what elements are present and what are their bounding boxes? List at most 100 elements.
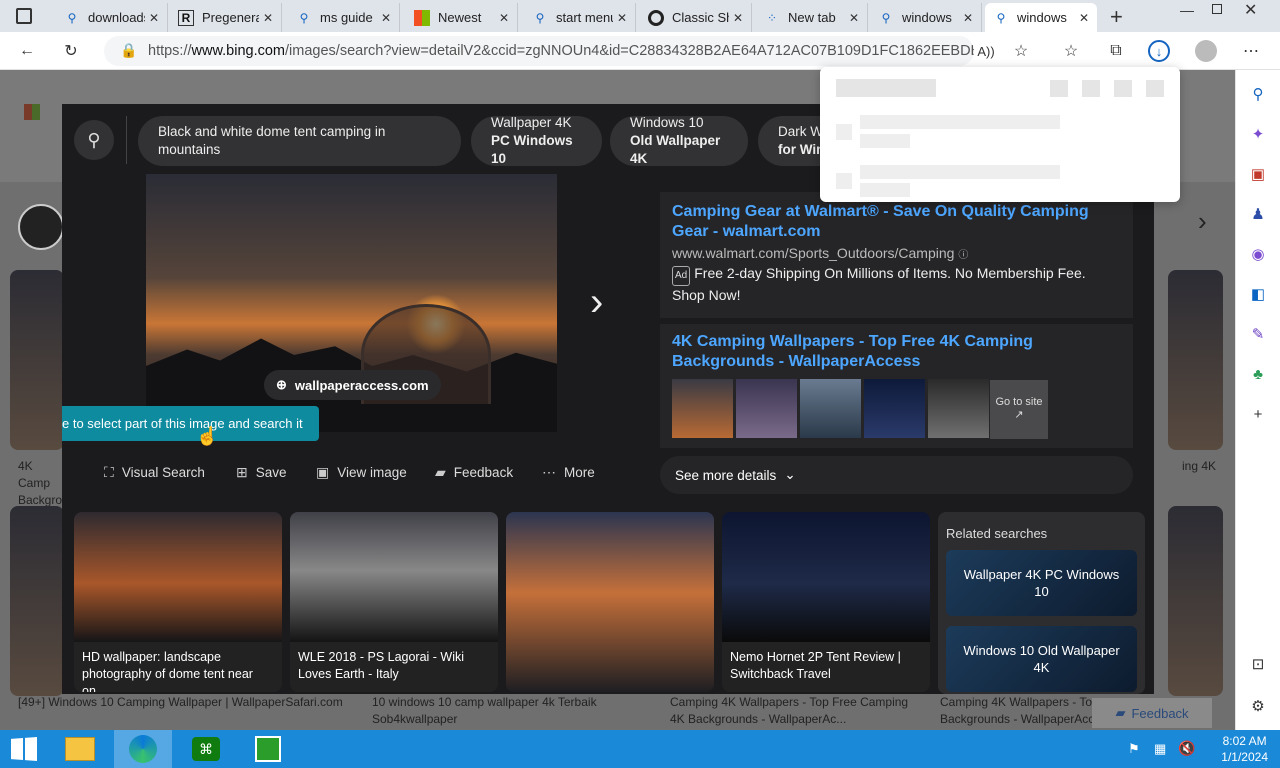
volume-muted-icon[interactable]: 🔇: [1178, 740, 1195, 757]
clock[interactable]: 8:02 AM 1/1/2024: [1221, 733, 1268, 765]
close-icon[interactable]: ✕: [263, 11, 273, 25]
close-icon[interactable]: ✕: [499, 11, 509, 25]
puzzle-icon: ⁘: [766, 10, 778, 25]
grid-image-card[interactable]: Nemo Hornet 2P Tent Review | Switchback …: [722, 512, 930, 692]
tools-icon[interactable]: ♟: [1248, 204, 1268, 224]
close-icon[interactable]: ✕: [617, 11, 627, 25]
settings-icon[interactable]: ⚙: [1248, 696, 1268, 716]
start-button[interactable]: [0, 730, 48, 768]
related-search-item[interactable]: Windows 10 Old Wallpaper 4K: [946, 626, 1137, 692]
more-options-icon[interactable]: ⋯: [1240, 40, 1262, 62]
favorites-icon[interactable]: ☆: [1060, 40, 1082, 62]
downloads-icon[interactable]: ↓: [1148, 40, 1170, 62]
flag-icon[interactable]: ⚑: [1128, 741, 1140, 757]
tab-windows-active[interactable]: ⚲ windows ✕: [985, 3, 1097, 32]
close-icon[interactable]: ✕: [149, 11, 159, 25]
globe-icon: ⊕: [276, 377, 287, 392]
search-icon[interactable]: ⚲: [1248, 84, 1268, 104]
visual-search-button[interactable]: ⛶ Visual Search: [104, 464, 205, 481]
minimize-button[interactable]: —: [1180, 2, 1194, 18]
close-icon[interactable]: ✕: [1079, 11, 1089, 25]
feedback-icon: ▰: [435, 464, 446, 480]
file-explorer-icon[interactable]: [52, 730, 108, 768]
tree-icon[interactable]: ♣: [1248, 364, 1268, 384]
add-favorite-icon[interactable]: ☆: [1010, 40, 1032, 62]
feedback-button[interactable]: ▰ Feedback: [435, 464, 513, 481]
ad-card-walmart[interactable]: Camping Gear at Walmart® - Save On Quali…: [660, 192, 1133, 318]
placeholder: [836, 173, 852, 189]
tab-downloads[interactable]: ⚲ downloads ✕: [56, 3, 168, 32]
thumbnail[interactable]: [864, 379, 925, 438]
tab-new-tab[interactable]: ⁘ New tab ✕: [756, 3, 868, 32]
tab-windows[interactable]: ⚲ windows ✕: [870, 3, 982, 32]
add-icon[interactable]: +: [1248, 404, 1268, 424]
ad-desc-text: Free 2-day Shipping On Millions of Items…: [672, 265, 1086, 303]
background-caption: Sob4kwallpaper: [372, 712, 458, 726]
close-icon[interactable]: ✕: [733, 11, 743, 25]
copilot-icon[interactable]: ✦: [1248, 124, 1268, 144]
edge-taskbar-icon[interactable]: [114, 730, 172, 768]
back-button[interactable]: ←: [16, 40, 38, 62]
placeholder: [860, 134, 910, 148]
restore-button[interactable]: [1212, 4, 1222, 14]
close-icon[interactable]: ✕: [963, 11, 973, 25]
refresh-button[interactable]: ↻: [60, 40, 82, 62]
tab-classic-shell[interactable]: Classic Shell✕: [640, 3, 752, 32]
tab-start-menu[interactable]: ⚲ start menu ✕: [524, 3, 636, 32]
related-chip[interactable]: Black and white dome tent camping in mou…: [138, 116, 461, 166]
thumbnail[interactable]: [928, 379, 989, 438]
info-icon[interactable]: ⓘ: [958, 250, 968, 261]
save-button[interactable]: ⊞ Save: [236, 464, 287, 481]
visual-search-tooltip: e to select part of this image and searc…: [62, 406, 319, 441]
thumbnail[interactable]: [736, 379, 797, 438]
related-chip[interactable]: Windows 10 Old Wallpaper 4K: [610, 115, 748, 166]
close-icon[interactable]: ✕: [381, 11, 391, 25]
more-button[interactable]: ⋯ More: [542, 464, 595, 481]
feedback-button[interactable]: ▰ Feedback: [1092, 698, 1212, 728]
thumbnail[interactable]: [800, 379, 861, 438]
lock-icon[interactable]: 🔒: [120, 42, 137, 59]
next-image-arrow[interactable]: ›: [590, 280, 603, 325]
result-title[interactable]: 4K Camping Wallpapers - Top Free 4K Camp…: [672, 332, 1121, 372]
see-more-details-button[interactable]: See more details ⌄: [660, 456, 1133, 494]
view-image-button[interactable]: ▣ View image: [316, 464, 407, 481]
close-icon[interactable]: ✕: [849, 11, 859, 25]
shopping-icon[interactable]: ▣: [1248, 164, 1268, 184]
xbox-icon[interactable]: ⌘: [178, 730, 234, 768]
network-icon[interactable]: ▦: [1154, 741, 1166, 757]
search-icon: ⚲: [996, 10, 1006, 25]
collections-icon[interactable]: ⧉: [1105, 40, 1127, 62]
avatar[interactable]: [1195, 40, 1217, 62]
placeholder: [1146, 80, 1164, 97]
store-icon[interactable]: [240, 730, 296, 768]
grid-image-card[interactable]: WLE 2018 - PS Lagorai - Wiki Loves Earth…: [290, 512, 498, 692]
outlook-icon[interactable]: ◧: [1248, 284, 1268, 304]
image-source-link[interactable]: ⊕ wallpaperaccess.com: [264, 370, 441, 400]
games-icon[interactable]: ◉: [1248, 244, 1268, 264]
divider: [126, 116, 127, 164]
read-aloud-icon[interactable]: A)): [975, 40, 997, 62]
ad-title[interactable]: Camping Gear at Walmart® - Save On Quali…: [672, 202, 1121, 242]
related-chip[interactable]: Wallpaper 4K PC Windows 10: [471, 115, 602, 166]
address-bar[interactable]: 🔒 https://www.bing.com/images/search?vie…: [104, 36, 974, 66]
designer-icon[interactable]: ✎: [1248, 324, 1268, 344]
background-caption: [49+] Windows 10 Camping Wallpaper | Wal…: [18, 695, 343, 709]
address-prefix: https://: [148, 43, 192, 59]
new-tab-button[interactable]: +: [1110, 4, 1123, 30]
close-window-button[interactable]: ✕: [1244, 0, 1257, 20]
tab-newest[interactable]: Newest ✕: [406, 3, 518, 32]
go-to-site-button[interactable]: Go to site ↗: [990, 380, 1048, 439]
search-icon[interactable]: ⚲: [74, 120, 114, 160]
related-search-item[interactable]: Wallpaper 4K PC Windows 10: [946, 550, 1137, 616]
hide-sidebar-icon[interactable]: ⊡: [1248, 654, 1268, 674]
tab-pregenerated[interactable]: RPregenerated✕: [170, 3, 282, 32]
result-card-wallpaperaccess[interactable]: 4K Camping Wallpapers - Top Free 4K Camp…: [660, 324, 1133, 448]
tab-actions-icon[interactable]: [16, 8, 32, 24]
background-image: [10, 270, 64, 450]
next-arrow-icon[interactable]: ›: [1198, 206, 1207, 237]
grid-image-card[interactable]: [506, 512, 714, 692]
tab-ms-guide[interactable]: ⚲ ms guide ✕: [288, 3, 400, 32]
grid-image-card[interactable]: HD wallpaper: landscape photography of d…: [74, 512, 282, 692]
thumbnail[interactable]: [672, 379, 733, 438]
search-icon: ⚲: [67, 10, 77, 25]
